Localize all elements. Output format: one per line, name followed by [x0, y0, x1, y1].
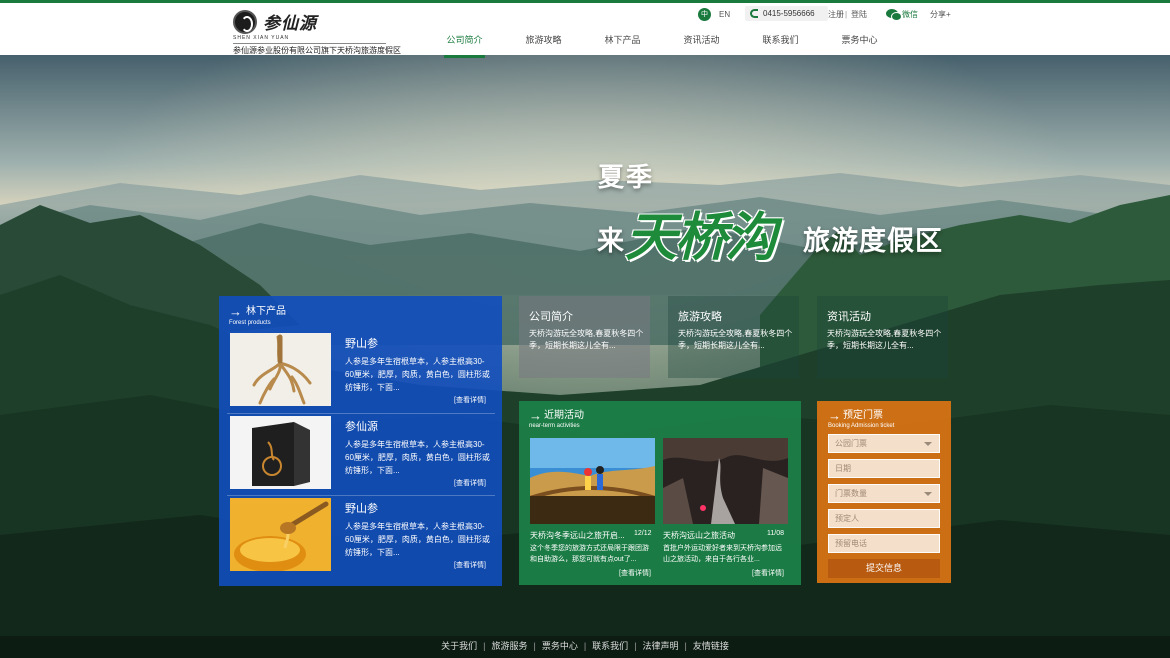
footer-link-contact[interactable]: 联系我们	[592, 641, 628, 651]
select-value: 门票数量	[835, 489, 867, 498]
panel-title: 预定门票	[843, 410, 883, 421]
arrow-right-icon: →	[229, 304, 242, 319]
nav-item-products[interactable]: 林下产品	[583, 31, 662, 58]
footer-link-legal[interactable]: 法律声明	[643, 641, 679, 651]
panel-title: 林下产品	[246, 306, 286, 317]
news-date: 11/08	[767, 530, 784, 537]
panel-title: 近期活动	[544, 410, 584, 421]
chevron-down-icon	[924, 442, 932, 446]
news-title[interactable]: 天桥沟远山之旅活动	[663, 530, 763, 541]
footer-separator: |	[533, 641, 536, 651]
news-date: 12/12	[634, 530, 652, 537]
product-desc: 人参是多年生宿根草本，人参主根高30-60厘米，肥厚，肉质，黄白色，圆柱形或纺锤…	[345, 357, 490, 392]
recent-activities-panel: → 近期活动 near-term activities 天桥沟冬季远山之旅开启.…	[519, 401, 801, 585]
news-more-link[interactable]: [查看详情]	[619, 568, 651, 578]
tile-guide[interactable]: 旅游攻略 天桥沟游玩全攻略,春夏秋冬四个季，短期长期这儿全有...	[668, 296, 799, 378]
select-value: 公园门票	[835, 439, 867, 448]
footer-links: 关于我们 | 旅游服务 | 票务中心 | 联系我们 | 法律声明 | 友情链接	[0, 636, 1170, 658]
share-button[interactable]: 分享+	[930, 8, 951, 21]
tile-desc: 天桥沟游玩全攻略,春夏秋冬四个季，短期长期这儿全有...	[827, 329, 942, 350]
park-ticket-select[interactable]: 公园门票	[828, 434, 940, 453]
nav-item-about[interactable]: 公司简介	[425, 31, 504, 58]
ginseng-root-image[interactable]	[230, 333, 331, 406]
phone-box: 0415-5956666	[745, 6, 828, 21]
booker-name-field[interactable]: 预定人	[828, 509, 940, 528]
footer-link-friends[interactable]: 友情链接	[693, 641, 729, 651]
register-link[interactable]: 注册	[828, 8, 844, 21]
footer-link-tickets[interactable]: 票务中心	[542, 641, 578, 651]
product-more-link[interactable]: [查看详情]	[454, 560, 486, 570]
product-item[interactable]: 野山参 人参是多年生宿根草本，人参主根高30-60厘米，肥厚，肉质，黄白色，圆柱…	[229, 498, 497, 577]
tile-desc: 天桥沟游玩全攻略,春夏秋冬四个季，短期长期这儿全有...	[529, 329, 644, 350]
nav-item-contact[interactable]: 联系我们	[741, 31, 820, 58]
header-separator: |	[845, 10, 848, 19]
arrow-right-icon: →	[529, 408, 542, 423]
chevron-down-icon	[924, 492, 932, 496]
phone-number: 0415-5956666	[763, 9, 815, 18]
news-title[interactable]: 天桥沟冬季远山之旅开启...	[530, 530, 630, 541]
nav-item-tickets[interactable]: 票务中心	[820, 31, 899, 58]
cave-photo-image[interactable]	[663, 438, 788, 524]
nav-item-news[interactable]: 资讯活动	[662, 31, 741, 58]
logo-pinyin: SHEN XIAN YUAN	[233, 35, 290, 41]
product-more-link[interactable]: [查看详情]	[454, 395, 486, 405]
top-header: 参仙源 SHEN XIAN YUAN 参仙源参业股份有限公司旗下天桥沟旅游度假区…	[0, 0, 1170, 58]
footer-separator: |	[634, 641, 637, 651]
footer-link-service[interactable]: 旅游服务	[491, 641, 527, 651]
product-item[interactable]: 参仙源 人参是多年生宿根草本，人参主根高30-60厘米，肥厚，肉质，黄白色，圆柱…	[229, 416, 497, 495]
product-more-link[interactable]: [查看详情]	[454, 478, 486, 488]
bridge-photo-image[interactable]	[530, 438, 655, 524]
divider	[227, 495, 495, 496]
login-link[interactable]: 登陆	[851, 8, 867, 21]
hero-slogan-name: 天桥沟	[625, 207, 777, 268]
news-desc: 首批户外运动爱好者来到天桥沟参加远山之旅活动，来自于各行各业...	[663, 545, 782, 563]
tile-news[interactable]: 资讯活动 天桥沟游玩全攻略,春夏秋冬四个季，短期长期这儿全有...	[817, 296, 948, 378]
product-name[interactable]: 参仙源	[345, 418, 378, 434]
arrow-right-icon: →	[828, 408, 841, 423]
logo-emblem-icon	[233, 9, 257, 34]
gift-box-image[interactable]	[230, 416, 331, 489]
ticket-booking-panel: → 预定门票 Booking Admission ticket 公园门票 日期 …	[817, 401, 951, 583]
news-desc: 这个冬季您的旅游方式还局限于跟团游和自助游么，那您可就有点out了...	[530, 545, 649, 563]
product-desc: 人参是多年生宿根草本，人参主根高30-60厘米，肥厚，肉质，黄白色，圆柱形或纺锤…	[345, 440, 490, 475]
panel-subtitle: near-term activities	[529, 423, 580, 429]
footer-separator: |	[684, 641, 687, 651]
panel-subtitle: Booking Admission ticket	[828, 423, 895, 429]
honey-image[interactable]	[230, 498, 331, 571]
hero-slogan-prefix: 来	[597, 226, 624, 256]
logo-subtitle: 参仙源参业股份有限公司旗下天桥沟旅游度假区	[233, 43, 401, 56]
quantity-select[interactable]: 门票数量	[828, 484, 940, 503]
logo[interactable]: 参仙源	[233, 9, 317, 34]
footer-separator: |	[583, 641, 587, 651]
hero-slogan-suffix: 旅游度假区	[803, 226, 943, 256]
wechat-icon[interactable]	[886, 9, 902, 21]
tile-desc: 天桥沟游玩全攻略,春夏秋冬四个季，短期长期这儿全有...	[678, 329, 793, 350]
lang-en-button[interactable]: EN	[719, 8, 730, 21]
product-name[interactable]: 野山参	[345, 335, 378, 351]
hero-slogan-season: 夏季	[598, 162, 655, 192]
news-more-link[interactable]: [查看详情]	[752, 568, 784, 578]
product-name[interactable]: 野山参	[345, 500, 378, 516]
lang-zh-button[interactable]: 中	[698, 8, 711, 21]
tile-about[interactable]: 公司简介 天桥沟游玩全攻略,春夏秋冬四个季，短期长期这儿全有...	[519, 296, 650, 378]
product-item[interactable]: 野山参 人参是多年生宿根草本，人参主根高30-60厘米，肥厚，肉质，黄白色，圆柱…	[229, 333, 497, 412]
logo-title: 参仙源	[263, 14, 317, 34]
tile-title: 资讯活动	[827, 311, 871, 323]
main-nav: 公司简介 旅游攻略 林下产品 资讯活动 联系我们 票务中心	[425, 31, 899, 58]
submit-button[interactable]: 提交信息	[828, 559, 940, 578]
phone-icon	[750, 9, 758, 18]
forest-products-panel: → 林下产品 Forest products 野山参 人参是多年生宿根草本，人参…	[219, 296, 502, 586]
nav-item-guide[interactable]: 旅游攻略	[504, 31, 583, 58]
product-desc: 人参是多年生宿根草本，人参主根高30-60厘米，肥厚，肉质，黄白色，圆柱形或纺锤…	[345, 522, 490, 557]
panel-subtitle: Forest products	[229, 320, 271, 326]
tile-title: 公司简介	[529, 311, 573, 323]
divider	[227, 413, 495, 414]
date-field[interactable]: 日期	[828, 459, 940, 478]
tile-title: 旅游攻略	[678, 311, 722, 323]
phone-field[interactable]: 预留电话	[828, 534, 940, 553]
wechat-link[interactable]: 微信	[902, 8, 918, 21]
footer-separator: |	[483, 641, 486, 651]
footer-link-about[interactable]: 关于我们	[441, 641, 477, 651]
